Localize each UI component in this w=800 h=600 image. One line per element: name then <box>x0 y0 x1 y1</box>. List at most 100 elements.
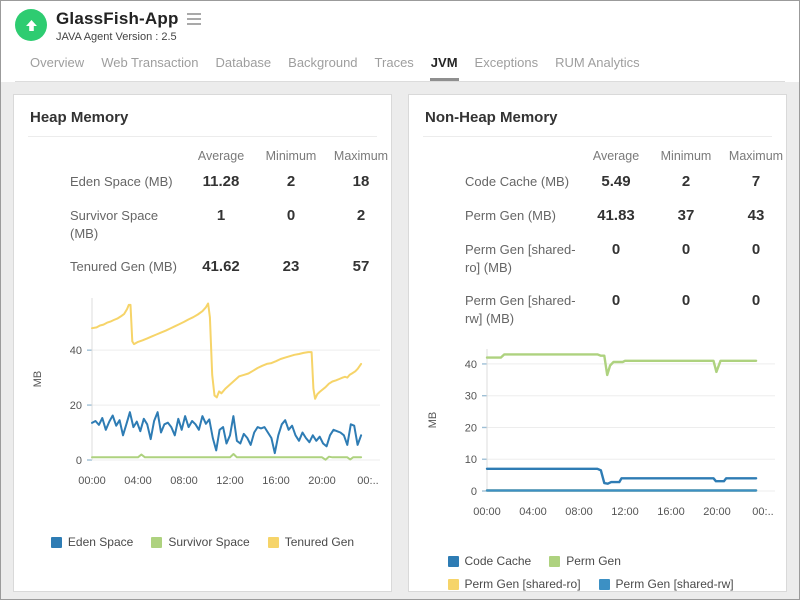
non-heap-chart-legend: Code Cache Perm Gen Perm Gen [shared-ro] Pe… <box>448 554 748 591</box>
x-tick-label: 08:00 <box>565 506 593 518</box>
app-header: GlassFish-App JAVA Agent Version : 2.5 O… <box>1 1 799 82</box>
column-header-maximum: Maximum <box>326 149 392 163</box>
table-row-perm-gen-shared-ro-mb: Perm Gen [shared-ro] (MB)000 <box>423 233 772 284</box>
table-header-row: AverageMinimumMaximum <box>28 141 377 165</box>
cell-value: 0 <box>581 292 651 310</box>
legend-label: Survivor Space <box>168 535 249 549</box>
cell-value: 0 <box>721 241 787 259</box>
heap-memory-table: AverageMinimumMaximumEden Space (MB)11.2… <box>28 141 377 284</box>
x-tick-label: 20:00 <box>703 506 731 518</box>
legend-item-perm-gen-shared-rw[interactable]: Perm Gen [shared-rw] <box>599 577 734 591</box>
cell-value: 23 <box>256 258 326 276</box>
table-row-perm-gen-shared-rw-mb: Perm Gen [shared-rw] (MB)000 <box>423 284 772 335</box>
tab-background[interactable]: Background <box>287 55 358 81</box>
tab-overview[interactable]: Overview <box>29 55 85 81</box>
row-label: Eden Space (MB) <box>28 173 186 191</box>
x-tick-label: 08:00 <box>170 475 198 487</box>
legend-label: Perm Gen [shared-rw] <box>616 577 734 591</box>
legend-swatch <box>51 537 62 548</box>
tab-bar: Overview Web Transaction Database Backgroun… <box>15 43 785 82</box>
table-row-eden-space-mb: Eden Space (MB)11.28218 <box>28 165 377 199</box>
column-header-average: Average <box>186 149 256 163</box>
x-tick-label: 16:00 <box>262 475 290 487</box>
row-label: Code Cache (MB) <box>423 173 581 191</box>
legend-swatch <box>268 537 279 548</box>
column-header-minimum: Minimum <box>651 149 721 163</box>
column-header-minimum: Minimum <box>256 149 326 163</box>
legend-item-survivor-space[interactable]: Survivor Space <box>151 535 249 549</box>
dashboard-content: Heap Memory AverageMinimumMaximumEden Sp… <box>1 82 799 592</box>
y-tick-label: 0 <box>76 455 82 467</box>
cell-value: 18 <box>326 173 392 191</box>
cell-value: 41.62 <box>186 258 256 276</box>
legend-label: Tenured Gen <box>285 535 354 549</box>
series-line-tenured-gen <box>92 304 361 399</box>
cell-value: 1 <box>186 207 256 225</box>
series-line-code-cache <box>487 469 756 484</box>
agent-version-label: JAVA Agent Version : 2.5 <box>56 31 203 43</box>
y-tick-label: 0 <box>471 486 477 498</box>
non-heap-memory-chart-area: 01020304000:0004:0008:0012:0016:0020:000… <box>423 343 772 540</box>
legend-item-code-cache[interactable]: Code Cache <box>448 554 532 568</box>
y-axis-label: MB <box>427 412 439 429</box>
heap-memory-chart: 0204000:0004:0008:0012:0016:0020:0000:..… <box>28 292 380 504</box>
legend-swatch <box>549 556 560 567</box>
x-tick-label: 12:00 <box>611 506 639 518</box>
x-tick-label: 12:00 <box>216 475 244 487</box>
x-tick-label: 04:00 <box>519 506 547 518</box>
hamburger-menu-icon[interactable] <box>185 11 203 27</box>
x-tick-label: 04:00 <box>124 475 152 487</box>
cell-value: 0 <box>651 241 721 259</box>
row-label: Perm Gen [shared-rw] (MB) <box>423 292 581 327</box>
table-row-code-cache-mb: Code Cache (MB)5.4927 <box>423 165 772 199</box>
non-heap-memory-table: AverageMinimumMaximumCode Cache (MB)5.49… <box>423 141 772 335</box>
legend-label: Eden Space <box>68 535 133 549</box>
series-line-eden-space <box>92 412 361 453</box>
y-tick-label: 40 <box>465 359 477 371</box>
legend-label: Perm Gen <box>566 554 621 568</box>
row-label: Tenured Gen (MB) <box>28 258 186 276</box>
app-status-icon <box>15 9 47 41</box>
tab-traces[interactable]: Traces <box>374 55 415 81</box>
column-header-average: Average <box>581 149 651 163</box>
table-header-row: AverageMinimumMaximum <box>423 141 772 165</box>
cell-value: 0 <box>581 241 651 259</box>
cell-value: 2 <box>256 173 326 191</box>
legend-item-perm-gen[interactable]: Perm Gen <box>549 554 621 568</box>
table-row-survivor-space-mb: Survivor Space (MB)102 <box>28 199 377 250</box>
cell-value: 0 <box>651 292 721 310</box>
app-title: GlassFish-App <box>56 9 179 29</box>
legend-swatch <box>448 579 459 590</box>
cell-value: 2 <box>326 207 392 225</box>
x-tick-label: 00:.. <box>357 475 378 487</box>
tab-jvm[interactable]: JVM <box>430 55 459 81</box>
x-tick-label: 00:.. <box>752 506 773 518</box>
cell-value: 2 <box>651 173 721 191</box>
cell-value: 41.83 <box>581 207 651 225</box>
legend-item-tenured-gen[interactable]: Tenured Gen <box>268 535 354 549</box>
legend-label: Code Cache <box>465 554 532 568</box>
cell-value: 43 <box>721 207 787 225</box>
non-heap-memory-title: Non-Heap Memory <box>423 107 772 137</box>
y-tick-label: 20 <box>465 423 477 435</box>
cell-value: 11.28 <box>186 173 256 191</box>
cell-value: 7 <box>721 173 787 191</box>
up-arrow-icon <box>23 17 40 34</box>
heap-chart-legend: Eden Space Survivor Space Tenured Gen <box>28 535 377 549</box>
tab-web-transaction[interactable]: Web Transaction <box>100 55 199 81</box>
cell-value: 37 <box>651 207 721 225</box>
cell-value: 57 <box>326 258 392 276</box>
tab-rum-analytics[interactable]: RUM Analytics <box>554 55 641 81</box>
legend-swatch <box>151 537 162 548</box>
cell-value: 0 <box>721 292 787 310</box>
table-row-tenured-gen-mb: Tenured Gen (MB)41.622357 <box>28 250 377 284</box>
tab-database[interactable]: Database <box>215 55 273 81</box>
non-heap-memory-panel: Non-Heap Memory AverageMinimumMaximumCod… <box>408 94 787 592</box>
legend-item-eden-space[interactable]: Eden Space <box>51 535 133 549</box>
y-tick-label: 30 <box>465 391 477 403</box>
series-line-survivor-space <box>92 454 361 460</box>
x-tick-label: 16:00 <box>657 506 685 518</box>
y-tick-label: 10 <box>465 454 477 466</box>
legend-item-perm-gen-shared-ro[interactable]: Perm Gen [shared-ro] <box>448 577 581 591</box>
tab-exceptions[interactable]: Exceptions <box>474 55 540 81</box>
